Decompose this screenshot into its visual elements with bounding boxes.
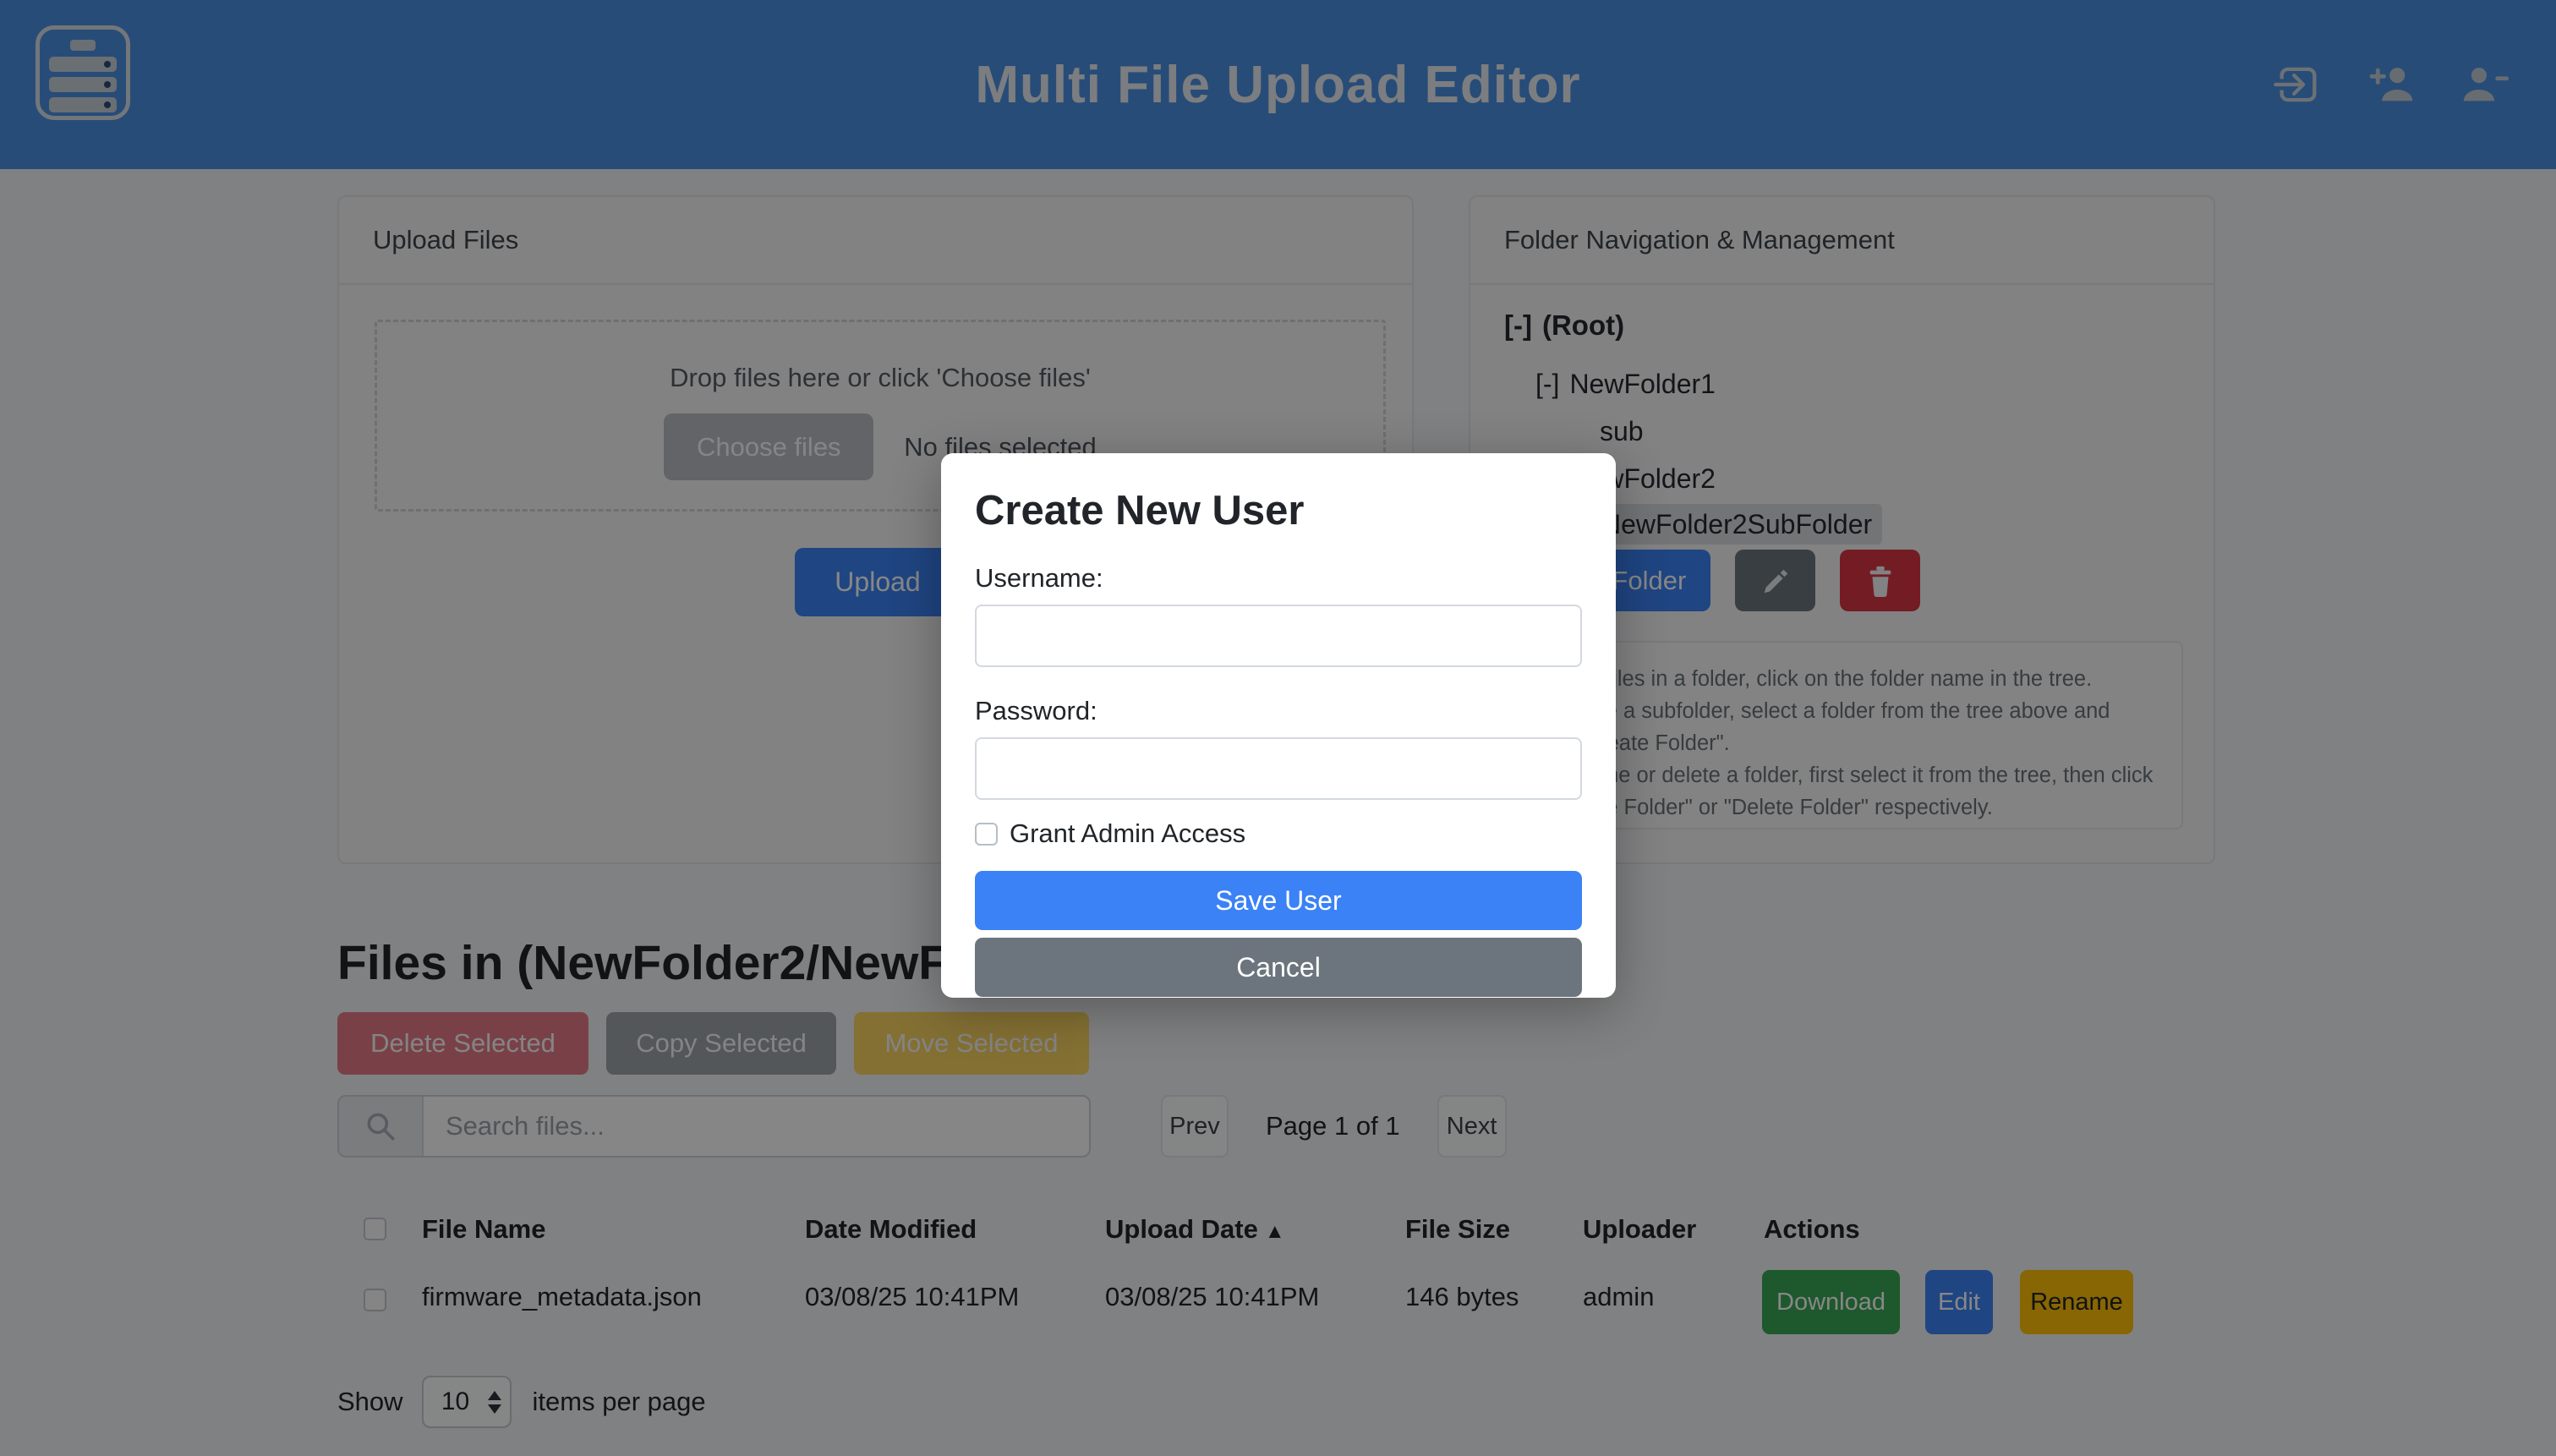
password-label: Password:	[975, 696, 1582, 726]
username-label: Username:	[975, 563, 1582, 594]
grant-admin-checkbox[interactable]	[975, 823, 998, 846]
grant-admin-label: Grant Admin Access	[1010, 818, 1245, 849]
save-user-button[interactable]: Save User	[975, 871, 1582, 930]
username-field[interactable]	[975, 605, 1582, 667]
password-field[interactable]	[975, 737, 1582, 800]
modal-title: Create New User	[975, 487, 1582, 534]
create-user-modal: Create New User Username: Password: Gran…	[941, 453, 1616, 998]
cancel-button[interactable]: Cancel	[975, 938, 1582, 997]
app-page: Multi File Upload Editor Upload Fil	[0, 0, 2556, 1456]
